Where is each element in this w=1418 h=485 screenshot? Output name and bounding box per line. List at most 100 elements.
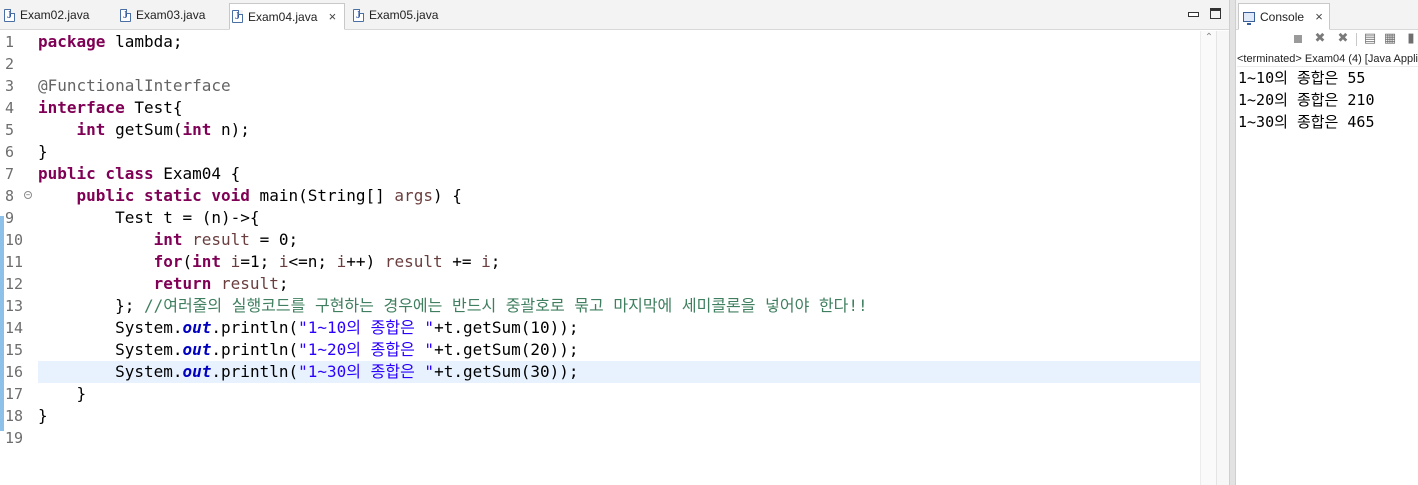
line-number: 1: [5, 33, 15, 51]
line-number-8: 8−: [5, 185, 35, 207]
field-token: out: [182, 318, 212, 337]
tab-label: Exam05.java: [369, 8, 439, 22]
code-token: (: [182, 252, 193, 271]
terminate-icon[interactable]: [1290, 31, 1306, 47]
pane-splitter[interactable]: [1229, 0, 1236, 485]
clear-console-icon[interactable]: ▤: [1362, 31, 1378, 47]
code-area[interactable]: package lambda; @FunctionalInterface int…: [38, 31, 1200, 449]
code-token: .println(: [211, 340, 299, 359]
fold-collapse-icon[interactable]: −: [24, 191, 32, 199]
tab-exam05[interactable]: J Exam05.java: [351, 3, 459, 27]
close-console-icon[interactable]: ×: [1313, 9, 1325, 24]
code-token: ;: [278, 274, 289, 293]
editor-tab-bar: J Exam02.java J Exam03.java J Exam04.jav…: [0, 0, 1229, 30]
line-number: 11: [5, 253, 24, 271]
comment-token: //여러줄의 실행코드를 구현하는 경우에는 반드시 중괄호로 묶고 마지막에 …: [143, 296, 868, 315]
remove-all-terminated-icon[interactable]: ✖: [1335, 31, 1351, 47]
code-token: System.: [115, 340, 183, 359]
line-number: 16: [5, 363, 24, 381]
variable-token: i: [336, 252, 347, 271]
code-line-11[interactable]: for(int i=1; i<=n; i++) result += i;: [38, 251, 1200, 273]
remove-launch-icon[interactable]: ✖: [1312, 31, 1328, 47]
code-token: }: [76, 384, 87, 403]
line-number: 12: [5, 275, 24, 293]
variable-token: result: [221, 274, 279, 293]
line-number: 13: [5, 297, 24, 315]
line-number: 2: [5, 55, 15, 73]
maximize-icon[interactable]: [1210, 8, 1221, 19]
console-tab-label: Console: [1260, 9, 1305, 24]
code-line-9[interactable]: Test t = (n)->{: [38, 207, 1200, 229]
line-number: 18: [5, 407, 24, 425]
console-status-label: <terminated> Exam04 (4) [Java Applicatio…: [1237, 53, 1418, 67]
code-line-17[interactable]: }: [38, 383, 1200, 405]
code-token: Exam04 {: [153, 164, 241, 183]
tab-console[interactable]: Console ×: [1238, 3, 1330, 30]
tab-label: Exam04.java: [248, 9, 318, 24]
code-token: lambda;: [105, 32, 183, 51]
overview-ruler[interactable]: [1216, 31, 1229, 485]
console-output[interactable]: 1~10의 종합은 55 1~20의 종합은 210 1~30의 종합은 465: [1238, 67, 1418, 133]
code-line-2[interactable]: [38, 53, 1200, 75]
code-token: +=: [442, 252, 482, 271]
code-token: ) {: [432, 186, 462, 205]
code-token: +t.getSum(10));: [434, 318, 579, 337]
java-file-icon: J: [232, 10, 243, 23]
code-token: System.: [115, 362, 183, 381]
line-number: 19: [5, 429, 24, 447]
code-line-5[interactable]: int getSum(int n);: [38, 119, 1200, 141]
code-line-8[interactable]: public static void main(String[] args) {: [38, 185, 1200, 207]
java-file-icon: J: [4, 8, 15, 22]
tab-exam03[interactable]: J Exam03.java: [118, 3, 226, 27]
editor-vertical-scrollbar[interactable]: ⌃: [1200, 31, 1216, 485]
code-token: +t.getSum(30));: [434, 362, 579, 381]
code-token: Test{: [124, 98, 183, 117]
code-line-16-current[interactable]: System.out.println("1~30의 종합은 "+t.getSum…: [38, 361, 1200, 383]
code-line-18[interactable]: }: [38, 405, 1200, 427]
code-line-15[interactable]: System.out.println("1~20의 종합은 "+t.getSum…: [38, 339, 1200, 361]
annotation-token: @FunctionalInterface: [38, 76, 231, 95]
console-toolbar: ✖ ✖ ▤ ▦ ▮: [1236, 31, 1418, 48]
close-tab-icon[interactable]: ×: [326, 9, 338, 24]
string-token: "1~30의 종합은 ": [298, 362, 435, 381]
variable-token: result: [384, 252, 443, 271]
code-token: ++): [346, 252, 385, 271]
code-line-4[interactable]: interface Test{: [38, 97, 1200, 119]
line-number: 6: [5, 143, 15, 161]
variable-token: i: [481, 252, 491, 271]
code-line-3[interactable]: @FunctionalInterface: [38, 75, 1200, 97]
tab-label: Exam02.java: [20, 8, 90, 22]
code-line-19[interactable]: [38, 427, 1200, 449]
scroll-lock-icon[interactable]: ▦: [1382, 31, 1398, 47]
code-token: main(String[]: [249, 186, 395, 205]
console-view[interactable]: Console × ✖ ✖ ▤ ▦ ▮ <terminated> Exam04 …: [1236, 0, 1418, 485]
line-number: 5: [5, 121, 15, 139]
code-line-10[interactable]: int result = 0;: [38, 229, 1200, 251]
code-line-12[interactable]: return result;: [38, 273, 1200, 295]
code-line-1[interactable]: package lambda;: [38, 31, 1200, 53]
line-number: 10: [5, 231, 24, 249]
scroll-up-icon[interactable]: ⌃: [1203, 33, 1215, 43]
keyword-token: package: [38, 32, 106, 51]
code-line-13[interactable]: }; //여러줄의 실행코드를 구현하는 경우에는 반드시 중괄호로 묶고 마지…: [38, 295, 1200, 317]
minimize-icon[interactable]: [1187, 8, 1199, 19]
line-number: 14: [5, 319, 24, 337]
java-editor[interactable]: J Exam02.java J Exam03.java J Exam04.jav…: [0, 0, 1229, 485]
tab-exam04[interactable]: J Exam04.java ×: [229, 3, 345, 30]
pin-console-icon[interactable]: ▮: [1403, 31, 1418, 47]
string-token: "1~20의 종합은 ": [298, 340, 435, 359]
code-line-6[interactable]: }: [38, 141, 1200, 163]
code-line-14[interactable]: System.out.println("1~10의 종합은 "+t.getSum…: [38, 317, 1200, 339]
tab-exam02[interactable]: J Exam02.java: [2, 3, 110, 27]
code-line-7[interactable]: public class Exam04 {: [38, 163, 1200, 185]
keyword-token: return: [153, 274, 212, 293]
console-output-line: 1~30의 종합은 465: [1238, 113, 1375, 131]
code-token: }: [38, 142, 48, 161]
code-token: n);: [211, 120, 250, 139]
